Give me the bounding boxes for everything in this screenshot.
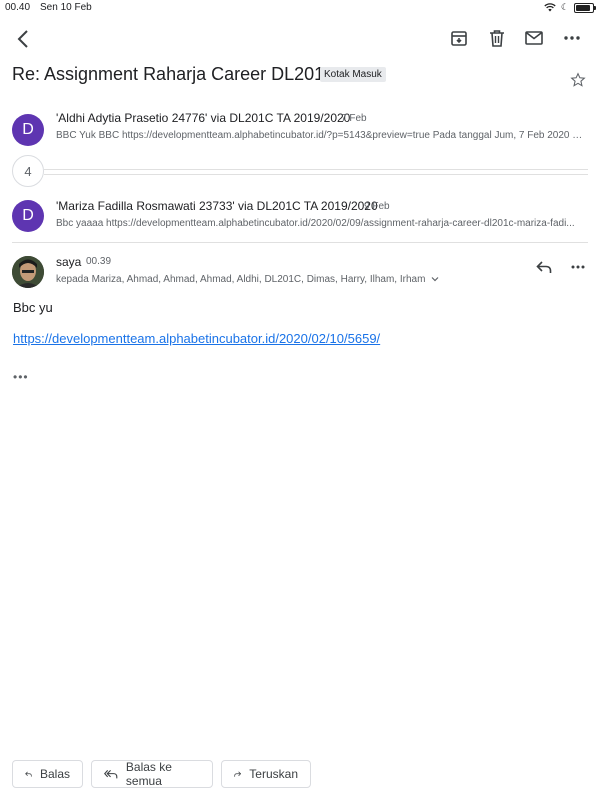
recipients-text: kepada Mariza, Ahmad, Ahmad, Ahmad, Aldh… xyxy=(56,274,426,285)
message-snippet: Bbc yaaaa https://developmentteam.alphab… xyxy=(56,218,575,229)
message-body: Bbc yu xyxy=(13,300,53,315)
avatar xyxy=(12,256,44,288)
forward-button-label: Teruskan xyxy=(249,767,298,781)
chevron-down-icon xyxy=(431,277,439,282)
message-row[interactable]: D 'Mariza Fadilla Rosmawati 23733' via D… xyxy=(0,196,600,242)
open-message-time: 00.39 xyxy=(86,256,112,267)
star-button[interactable] xyxy=(568,70,588,90)
delete-button[interactable] xyxy=(484,26,510,50)
collapsed-messages-count[interactable]: 4 xyxy=(12,155,44,187)
inbox-label-chip[interactable]: Kotak Masuk xyxy=(320,67,386,82)
message-snippet: BBC Yuk BBC https://developmentteam.alph… xyxy=(56,130,586,141)
message-link[interactable]: https://developmentteam.alphabetincubato… xyxy=(13,331,380,346)
star-icon xyxy=(570,72,586,87)
more-horizontal-icon xyxy=(564,36,580,40)
reply-icon xyxy=(536,261,552,273)
collapsed-divider-bottom xyxy=(44,174,588,175)
status-time: 00.40 xyxy=(5,2,31,13)
reply-button[interactable]: Balas xyxy=(12,760,83,788)
back-button[interactable] xyxy=(10,26,36,52)
message-date: 9 Feb xyxy=(364,201,390,212)
forward-icon xyxy=(234,771,242,777)
reply-button-label: Balas xyxy=(39,767,70,781)
sender-avatar: D xyxy=(12,200,44,232)
mail-icon xyxy=(525,31,543,45)
sender-name: 'Aldhi Adytia Prasetio 24776' via DL201C… xyxy=(56,111,351,125)
collapsed-divider-top xyxy=(44,169,588,170)
reply-all-button[interactable]: Balas ke semua xyxy=(91,760,213,788)
status-bar: 00.40 Sen 10 Feb ☾ xyxy=(0,0,600,16)
battery-icon xyxy=(574,2,596,13)
show-trimmed-content[interactable]: ••• xyxy=(13,370,29,384)
message-divider xyxy=(12,242,588,243)
more-horizontal-icon xyxy=(571,265,585,269)
recipients-toggle[interactable]: kepada Mariza, Ahmad, Ahmad, Ahmad, Aldh… xyxy=(56,274,439,285)
reply-icon xyxy=(25,771,32,777)
thread-subject: Re: Assignment Raharja Career DL201C xyxy=(12,64,338,84)
message-date: 7 Feb xyxy=(341,113,367,124)
mark-unread-button[interactable] xyxy=(521,26,547,50)
archive-icon xyxy=(451,31,467,46)
message-row[interactable]: D 'Aldhi Adytia Prasetio 24776' via DL20… xyxy=(0,108,600,154)
chevron-left-icon xyxy=(17,30,28,48)
reply-all-button-label: Balas ke semua xyxy=(125,760,172,788)
moon-icon: ☾ xyxy=(560,2,569,12)
message-more-button[interactable] xyxy=(566,256,590,278)
status-date: Sen 10 Feb xyxy=(40,2,92,13)
wifi-icon xyxy=(544,3,556,12)
trash-icon xyxy=(490,30,504,47)
status-icons: ☾ xyxy=(544,2,596,13)
sender-avatar: D xyxy=(12,114,44,146)
reply-icon-button[interactable] xyxy=(532,256,556,278)
forward-button[interactable]: Teruskan xyxy=(221,760,311,788)
more-options-button[interactable] xyxy=(559,26,585,50)
archive-button[interactable] xyxy=(446,26,472,50)
open-message-sender: saya xyxy=(56,255,82,269)
sender-name: 'Mariza Fadilla Rosmawati 23733' via DL2… xyxy=(56,199,378,213)
reply-all-icon xyxy=(104,769,118,779)
